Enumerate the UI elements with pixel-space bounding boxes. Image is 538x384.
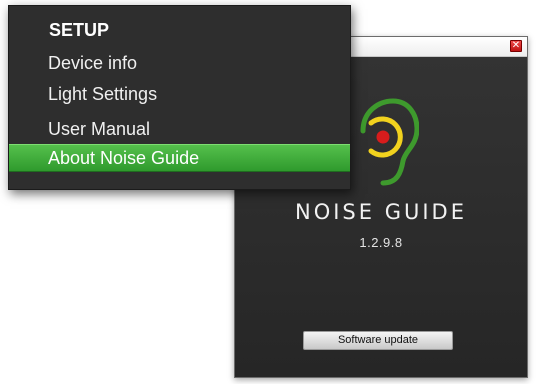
software-update-button[interactable]: Software update bbox=[303, 331, 453, 350]
menu-item-light-settings[interactable]: Light Settings bbox=[48, 84, 157, 105]
version-number: 1.2.9.8 bbox=[359, 235, 403, 250]
menu-item-device-info[interactable]: Device info bbox=[48, 53, 137, 74]
ear-sensor-icon bbox=[360, 98, 419, 186]
app-name: NOISE GUIDE bbox=[295, 200, 467, 224]
menu-item-user-manual[interactable]: User Manual bbox=[48, 119, 150, 140]
close-icon[interactable]: ✕ bbox=[510, 40, 522, 52]
screen: ✕ NOISE GUIDE 1.2.9.8 Software update SE… bbox=[0, 0, 538, 384]
menu-item-about-noise-guide[interactable]: About Noise Guide bbox=[9, 144, 350, 172]
setup-menu: SETUP Device info Light Settings User Ma… bbox=[8, 5, 351, 190]
menu-heading: SETUP bbox=[49, 20, 110, 40]
